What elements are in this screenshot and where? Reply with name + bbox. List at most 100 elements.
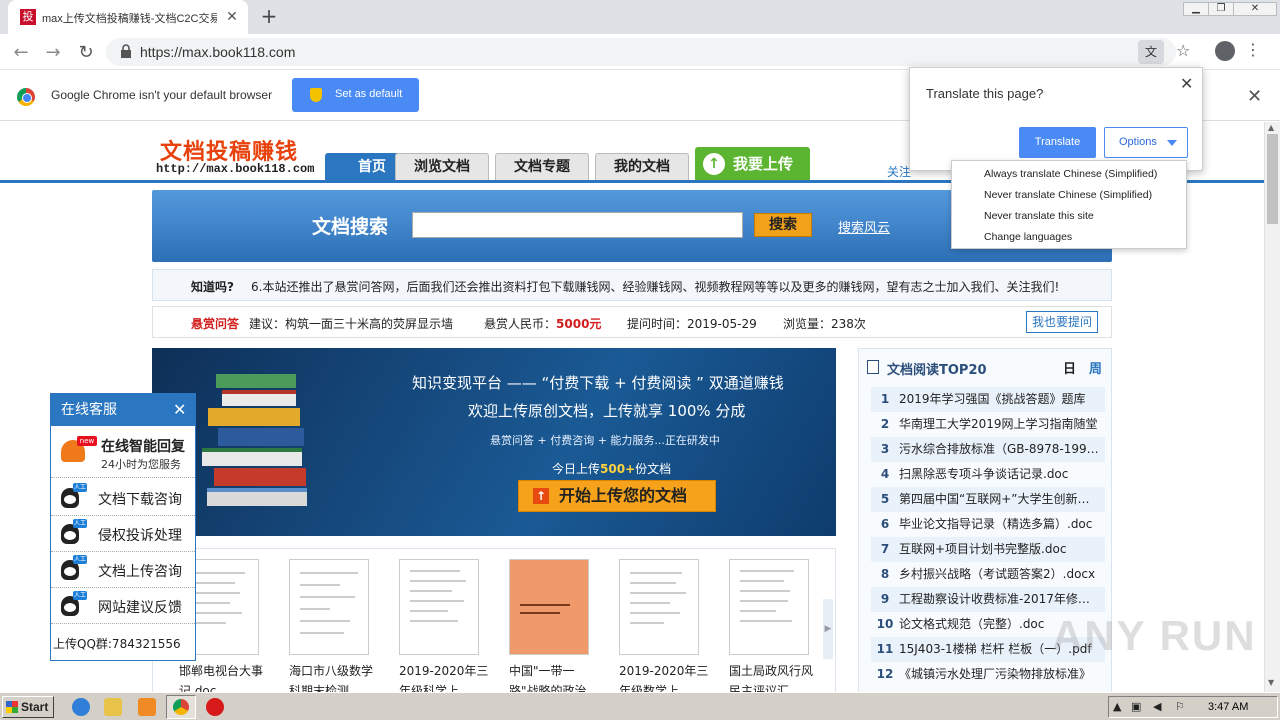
maximize-button[interactable]: ❐ (1208, 2, 1234, 16)
top20-item[interactable]: 2 华南理工大学2019网上学习指南随堂 (871, 412, 1105, 437)
top20-item[interactable]: 6 毕业论文指导记录（精选多篇）.doc (871, 512, 1105, 537)
service-row-upload[interactable]: 人工 文档上传咨询 (51, 552, 195, 588)
chrome-taskbar-button[interactable] (166, 695, 196, 719)
profile-avatar-icon[interactable] (1215, 41, 1235, 61)
scroll-down-icon[interactable]: ▼ (1268, 678, 1274, 687)
search-trend-link[interactable]: 搜索风云 (838, 217, 890, 236)
qa-question-link[interactable]: 建议：构筑一面三十米高的荧屏显示墙 (249, 315, 453, 332)
reload-icon[interactable]: ↻ (75, 42, 97, 64)
window-close-button[interactable]: ✕ (1233, 2, 1277, 16)
doc-thumbnail (289, 559, 369, 655)
upload-tab[interactable]: ↑ 我要上传 (695, 147, 810, 182)
set-default-label: Set as default (335, 88, 403, 100)
top20-item[interactable]: 8 乡村振兴战略（考试题答案2）.docx (871, 562, 1105, 587)
ask-question-button[interactable]: 我也要提问 (1026, 311, 1098, 333)
search-button[interactable]: 搜索 (754, 213, 812, 237)
taskbar-clock[interactable]: 3:47 AM (1208, 701, 1248, 713)
translate-options-menu: Always translate Chinese (Simplified) Ne… (951, 160, 1187, 249)
nav-tab-topics[interactable]: 文档专题 (495, 153, 589, 180)
volume-icon[interactable]: ◀ (1153, 700, 1161, 713)
bookmark-star-icon[interactable]: ☆ (1176, 41, 1190, 60)
translate-close-icon[interactable]: ✕ (1180, 74, 1193, 93)
rank-number: 3 (880, 442, 890, 456)
start-button[interactable]: Start (2, 696, 54, 718)
url-text[interactable]: https://max.book118.com (140, 44, 295, 60)
forward-icon[interactable]: → (42, 42, 64, 64)
nav-tab-my-docs[interactable]: 我的文档 (595, 153, 689, 180)
service-row-feedback[interactable]: 人工 网站建议反馈 (51, 588, 195, 624)
carousel-next-icon[interactable]: ▶ (823, 599, 833, 659)
doc-card[interactable]: 中国"一带一路"战略的政治 (509, 559, 589, 692)
top20-item[interactable]: 3 污水综合排放标准（GB-8978-1996） (871, 437, 1105, 462)
promo-banner[interactable]: 知识变现平台 —— “付费下载 + 付费阅读 ” 双通道赚钱 欢迎上传原创文档，… (152, 348, 836, 536)
follow-link[interactable]: 关注 (887, 163, 911, 180)
doc-card[interactable]: 海口市八级数学科期末检测 (289, 559, 373, 692)
chevron-down-icon (1167, 140, 1177, 146)
minimize-button[interactable]: ▁ (1183, 2, 1209, 16)
vertical-scrollbar[interactable]: ▲ ▼ (1264, 122, 1280, 692)
top20-day-tab[interactable]: 日 (1063, 358, 1076, 377)
media-player-icon[interactable] (138, 698, 156, 716)
search-input[interactable] (412, 212, 743, 238)
translate-button[interactable]: Translate (1019, 127, 1096, 158)
qq-icon: 人工 (61, 519, 87, 544)
tab-title: max上传文档投稿赚钱-文档C2C交易 (42, 13, 217, 25)
nav-tab-browse[interactable]: 浏览文档 (395, 153, 489, 180)
rank-title: 扫黑除恶专项斗争谈话记录.doc (899, 467, 1069, 481)
browser-tab[interactable]: 投 max上传文档投稿赚钱-文档C2C交易 ✕ (8, 0, 248, 34)
scroll-thumb[interactable] (1267, 134, 1278, 224)
rank-title: 毕业论文指导记录（精选多篇）.doc (899, 517, 1093, 531)
doc-card[interactable]: 2019-2020年三年级数学上 (619, 559, 708, 692)
address-bar[interactable]: https://max.book118.com 文 ☆ (106, 38, 1190, 66)
set-default-button[interactable]: Set as default (292, 78, 419, 112)
doc-thumbnail (509, 559, 589, 655)
new-badge: new (77, 436, 97, 446)
menu-item-never-translate-site[interactable]: Never translate this site (952, 206, 1186, 227)
back-icon[interactable]: ← (10, 42, 32, 64)
service-row-label: 网站建议反馈 (98, 600, 182, 616)
start-upload-button[interactable]: ↑ 开始上传您的文档 (518, 480, 716, 512)
doc-card[interactable]: 2019-2020年三年级科学上 (399, 559, 488, 692)
tray-arrow-icon[interactable]: ▲ (1113, 700, 1121, 713)
chrome-menu-icon[interactable]: ⋮ (1245, 40, 1261, 59)
top20-item[interactable]: 1 2019年学习强国《挑战答题》题库 (871, 387, 1105, 412)
service-row-label: 文档下载咨询 (98, 492, 182, 508)
top20-item[interactable]: 12 《城镇污水处理厂污染物排放标准》 (871, 662, 1105, 687)
doc-card[interactable]: 国土局政风行风民主评议汇 (729, 559, 813, 692)
service-row-complaint[interactable]: 人工 侵权投诉处理 (51, 516, 195, 552)
tab-close-icon[interactable]: ✕ (224, 9, 240, 25)
network-icon[interactable]: ▣ (1131, 700, 1141, 713)
top20-item[interactable]: 7 互联网+项目计划书完整版.doc (871, 537, 1105, 562)
upload-arrow-icon: ↑ (703, 153, 725, 175)
options-button[interactable]: Options (1104, 127, 1188, 158)
infobar-close-icon[interactable]: ✕ (1247, 86, 1262, 107)
today-prefix: 今日上传 (552, 462, 601, 476)
rank-title: 乡村振兴战略（考试题答案2）.docx (899, 567, 1096, 581)
notice-label: 知道吗? (191, 280, 234, 294)
smart-reply-row[interactable]: new 在线智能回复 24小时为您服务 (51, 426, 195, 478)
folder-icon[interactable] (104, 698, 122, 716)
new-tab-button[interactable]: + (258, 6, 280, 28)
top20-week-tab[interactable]: 周 (1089, 358, 1102, 377)
ie-icon[interactable] (72, 698, 90, 716)
top20-item[interactable]: 9 工程勘察设计收费标准-2017年修订本 (871, 587, 1105, 612)
service-row-download[interactable]: 人工 文档下载咨询 (51, 480, 195, 516)
menu-item-change-languages[interactable]: Change languages (952, 227, 1186, 248)
top20-item[interactable]: 4 扫黑除恶专项斗争谈话记录.doc (871, 462, 1105, 487)
translate-icon[interactable]: 文 (1138, 40, 1164, 64)
smart-reply-label: 在线智能回复 (101, 439, 185, 455)
top20-item[interactable]: 5 第四届中国“互联网+”大学生创新创业 (871, 487, 1105, 512)
rank-number: 8 (880, 567, 890, 581)
flag-icon[interactable]: ⚐ (1175, 700, 1185, 713)
menu-item-always-translate[interactable]: Always translate Chinese (Simplified) (952, 164, 1186, 185)
scroll-up-icon[interactable]: ▲ (1268, 123, 1274, 132)
rank-title: 2019年学习强国《挑战答题》题库 (899, 392, 1086, 406)
doc-title: 国土局政风行风民主评议汇 (729, 664, 814, 692)
banner-headline: 知识变现平台 —— “付费下载 + 付费阅读 ” 双通道赚钱 (412, 374, 784, 392)
menu-item-never-translate-language[interactable]: Never translate Chinese (Simplified) (952, 185, 1186, 206)
rank-title: 华南理工大学2019网上学习指南随堂 (899, 417, 1098, 431)
security-app-icon[interactable] (206, 698, 224, 716)
doc-title: 邯郸电视台大事记.doc (179, 664, 264, 692)
service-close-icon[interactable]: ✕ (173, 394, 186, 426)
top20-title: 文档阅读TOP20 (887, 363, 987, 378)
